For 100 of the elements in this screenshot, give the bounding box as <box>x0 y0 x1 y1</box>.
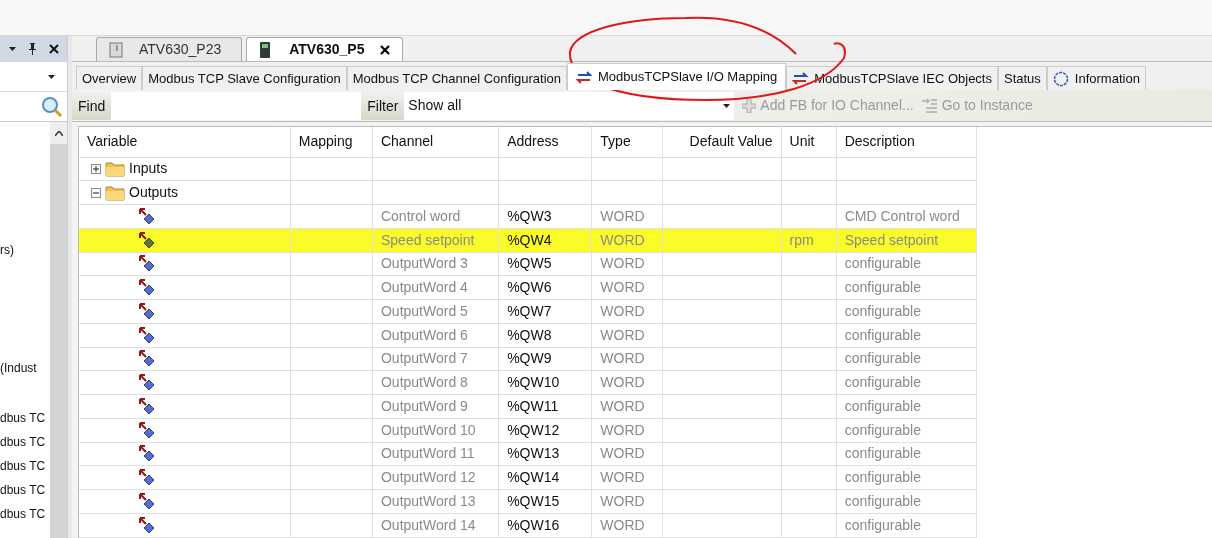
drive-icon <box>109 41 123 58</box>
address-cell: %QW8 <box>498 323 592 347</box>
address-cell: %QW5 <box>498 252 592 276</box>
tree-item[interactable]: (Indust <box>0 356 50 380</box>
channel-cell: OutputWord 10 <box>372 418 499 442</box>
tree-item[interactable]: dbus TC <box>0 478 50 502</box>
description-cell: configurable <box>836 513 977 537</box>
folder-icon <box>105 160 125 178</box>
type-cell: WORD <box>591 275 663 300</box>
type-cell: WORD <box>591 394 663 419</box>
search-icon[interactable] <box>41 95 63 118</box>
tree-item[interactable]: dbus TC <box>0 406 50 430</box>
editor-tab[interactable]: Information <box>1046 66 1146 90</box>
document-tab[interactable]: ATV630_P5 <box>246 37 404 61</box>
variable-icon <box>139 279 155 297</box>
variable-icon <box>139 255 155 273</box>
description-cell: configurable <box>836 299 977 324</box>
address-cell: %QW9 <box>498 347 592 371</box>
type-cell: WORD <box>591 418 663 442</box>
variable-icon <box>139 421 155 439</box>
description-cell: configurable <box>836 489 977 514</box>
variable-icon <box>139 492 155 510</box>
address-cell: %QW4 <box>498 228 592 252</box>
tree-item[interactable]: dbus TC <box>0 430 50 454</box>
description-cell: configurable <box>836 370 977 395</box>
tree-item[interactable]: dbus TC <box>0 502 50 526</box>
dropdown-icon[interactable] <box>9 47 16 51</box>
column-header[interactable]: Type <box>591 127 663 157</box>
column-header[interactable]: Description <box>836 127 977 157</box>
editor-tab[interactable]: Modbus TCP Channel Configuration <box>346 66 568 90</box>
variable-icon <box>139 397 155 415</box>
description-cell: configurable <box>836 418 977 442</box>
type-cell: WORD <box>591 513 663 537</box>
pin-icon[interactable] <box>28 43 37 55</box>
description-cell: Speed setpoint <box>836 228 977 252</box>
folder-icon <box>105 184 125 202</box>
address-cell: %QW14 <box>498 465 592 490</box>
channel-cell: OutputWord 8 <box>372 370 499 395</box>
expand-icon[interactable] <box>91 163 101 174</box>
document-tab[interactable]: ATV630_P23 <box>96 37 243 61</box>
column-header[interactable]: Default Value <box>662 127 782 157</box>
folder-label[interactable]: Inputs <box>129 158 168 180</box>
editor-tab[interactable]: Modbus TCP Slave Configuration <box>142 66 347 90</box>
plus-icon <box>742 98 757 113</box>
filter-dropdown[interactable]: Show all <box>404 91 735 120</box>
column-header[interactable]: Address <box>498 127 592 157</box>
address-cell: %QW12 <box>498 418 592 442</box>
channel-cell: OutputWord 3 <box>372 252 499 276</box>
channel-cell: OutputWord 12 <box>372 465 499 490</box>
address-cell: %QW7 <box>498 299 592 324</box>
variable-icon <box>139 302 155 320</box>
channel-cell: OutputWord 6 <box>372 323 499 347</box>
channel-cell: OutputWord 14 <box>372 513 499 537</box>
channel-cell: OutputWord 9 <box>372 394 499 419</box>
editor-tab[interactable]: Overview <box>76 66 143 90</box>
address-cell: %QW11 <box>498 394 592 419</box>
type-cell: WORD <box>591 228 663 252</box>
type-cell: WORD <box>591 347 663 371</box>
unit-cell: rpm <box>781 228 837 252</box>
address-cell: %QW16 <box>498 513 592 537</box>
close-icon[interactable] <box>49 44 59 54</box>
type-cell: WORD <box>591 370 663 395</box>
column-header[interactable]: Mapping <box>290 127 373 157</box>
variable-icon <box>139 516 155 534</box>
arrow-list-icon <box>921 98 938 113</box>
type-cell: WORD <box>591 465 663 490</box>
column-header[interactable]: Unit <box>781 127 837 157</box>
tree-item[interactable]: dbus TC <box>0 454 50 478</box>
scroll-up-icon[interactable] <box>54 130 63 136</box>
circle-icon <box>1052 70 1069 87</box>
collapse-icon[interactable] <box>91 187 101 198</box>
description-cell: CMD Control word <box>836 204 977 229</box>
channel-cell: OutputWord 4 <box>372 275 499 300</box>
variable-icon <box>139 231 155 249</box>
editor-tab[interactable]: Status <box>997 66 1047 90</box>
type-cell: WORD <box>591 299 663 324</box>
tree-item[interactable]: rs) <box>0 238 50 262</box>
dropdown-icon[interactable] <box>48 74 55 79</box>
column-header[interactable]: Variable <box>79 127 291 157</box>
scrollbar[interactable] <box>50 122 67 538</box>
channel-cell: OutputWord 7 <box>372 347 499 371</box>
column-header[interactable]: Channel <box>372 127 499 157</box>
close-icon[interactable] <box>380 44 391 55</box>
channel-cell: OutputWord 13 <box>372 489 499 514</box>
description-cell: configurable <box>836 347 977 371</box>
address-cell: %QW15 <box>498 489 592 514</box>
variable-icon <box>139 207 155 225</box>
find-field[interactable] <box>111 91 362 120</box>
address-cell: %QW6 <box>498 275 592 300</box>
type-cell: WORD <box>591 204 663 229</box>
channel-cell: OutputWord 5 <box>372 299 499 324</box>
description-cell: configurable <box>836 275 977 300</box>
folder-label[interactable]: Outputs <box>129 182 179 204</box>
editor-tab[interactable]: ModbusTCPSlave I/O Mapping <box>567 63 787 90</box>
variable-icon <box>139 374 155 392</box>
description-cell: configurable <box>836 323 977 347</box>
variable-icon <box>139 326 155 344</box>
address-cell: %QW10 <box>498 370 592 395</box>
variable-icon <box>139 469 155 487</box>
variable-icon <box>139 350 155 368</box>
